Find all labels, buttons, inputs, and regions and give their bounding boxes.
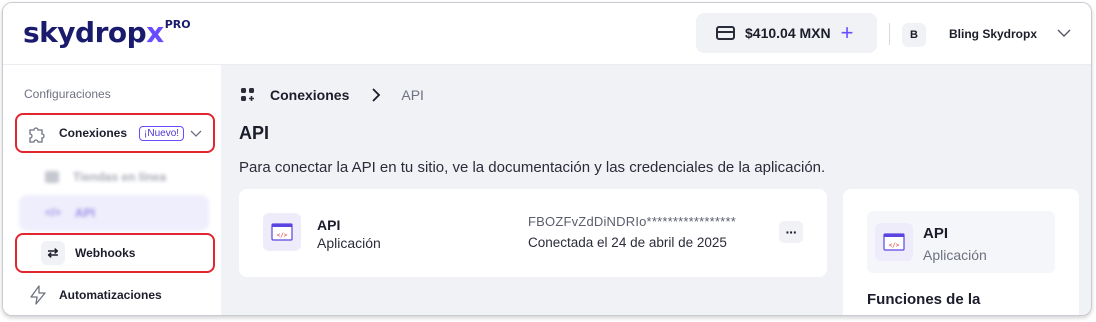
- api-connection-card[interactable]: </> API Aplicación FBOZFvZdDiNDRIo******…: [239, 189, 827, 277]
- sidebar-item-label: API: [74, 206, 95, 220]
- skydropx-logo[interactable]: skydropxPRO: [23, 16, 191, 49]
- code-window-icon: </>: [263, 213, 301, 251]
- api-summary-type: Aplicación: [923, 247, 987, 263]
- more-options-button[interactable]: ···: [779, 221, 803, 243]
- balance-amount: $410.04 MXN: [745, 25, 831, 41]
- page-description: Para conectar la API en tu sitio, ve la …: [239, 159, 826, 176]
- functions-heading: Funciones de la: [867, 291, 981, 308]
- page-title: API: [239, 123, 270, 143]
- api-type: Aplicación: [317, 235, 381, 251]
- chevron-down-icon[interactable]: [190, 127, 202, 139]
- svg-text:</>: </>: [889, 242, 900, 249]
- main-content: Conexiones API API Para conectar la API …: [221, 65, 1091, 315]
- api-info-panel: </> API Aplicación Funciones de la: [843, 189, 1079, 315]
- sidebar-item-conexiones[interactable]: Conexiones ¡Nuevo!: [15, 113, 215, 153]
- sidebar-item-webhooks[interactable]: ⇄ Webhooks: [15, 233, 215, 273]
- sidebar-item-tiendas[interactable]: Tiendas en línea: [23, 157, 209, 197]
- sidebar-item-label: Tiendas en línea: [73, 170, 167, 184]
- grid-plus-icon: [241, 88, 254, 101]
- api-connection-status: Conectada el 24 de abril de 2025: [528, 235, 727, 250]
- sidebar-heading: Configuraciones: [24, 87, 111, 101]
- api-name: API: [317, 217, 341, 233]
- new-badge: ¡Nuevo!: [139, 125, 185, 141]
- sidebar-item-label: Webhooks: [75, 246, 136, 260]
- app-window: skydropxPRO $410.04 MXN + B Bling Skydro…: [2, 2, 1092, 316]
- code-icon: </>: [45, 207, 61, 219]
- lightning-icon: [30, 285, 46, 305]
- svg-text:</>: </>: [277, 232, 288, 239]
- chevron-down-icon[interactable]: [1056, 25, 1072, 41]
- sidebar-item-label: Conexiones: [59, 126, 128, 140]
- breadcrumb: Conexiones API: [240, 87, 424, 103]
- breadcrumb-current: API: [401, 87, 424, 103]
- arrows-exchange-icon: ⇄: [41, 241, 65, 265]
- api-key-masked: FBOZFvZdDiNDRIo*****************: [528, 214, 736, 229]
- header-divider: [889, 23, 890, 45]
- store-icon: [45, 171, 59, 183]
- chevron-right-icon: [372, 88, 381, 102]
- puzzle-icon: [29, 127, 45, 143]
- account-name[interactable]: Bling Skydropx: [949, 27, 1037, 41]
- balance-button[interactable]: $410.04 MXN +: [696, 13, 877, 53]
- top-header: skydropxPRO $410.04 MXN + B Bling Skydro…: [3, 3, 1091, 65]
- breadcrumb-conexiones[interactable]: Conexiones: [270, 87, 349, 103]
- sidebar-item-label: Automatizaciones: [59, 288, 162, 302]
- api-summary-name: API: [923, 225, 949, 242]
- credit-card-icon: [716, 26, 735, 40]
- sidebar-item-automatizaciones[interactable]: Automatizaciones: [15, 275, 215, 315]
- code-window-icon: </>: [875, 223, 913, 261]
- avatar[interactable]: B: [902, 23, 926, 47]
- api-summary-box: </> API Aplicación: [867, 211, 1055, 273]
- sidebar-item-api[interactable]: </> API: [19, 195, 209, 231]
- plus-icon[interactable]: +: [841, 22, 854, 44]
- settings-sidebar: Configuraciones Conexiones ¡Nuevo! Tiend…: [3, 65, 221, 315]
